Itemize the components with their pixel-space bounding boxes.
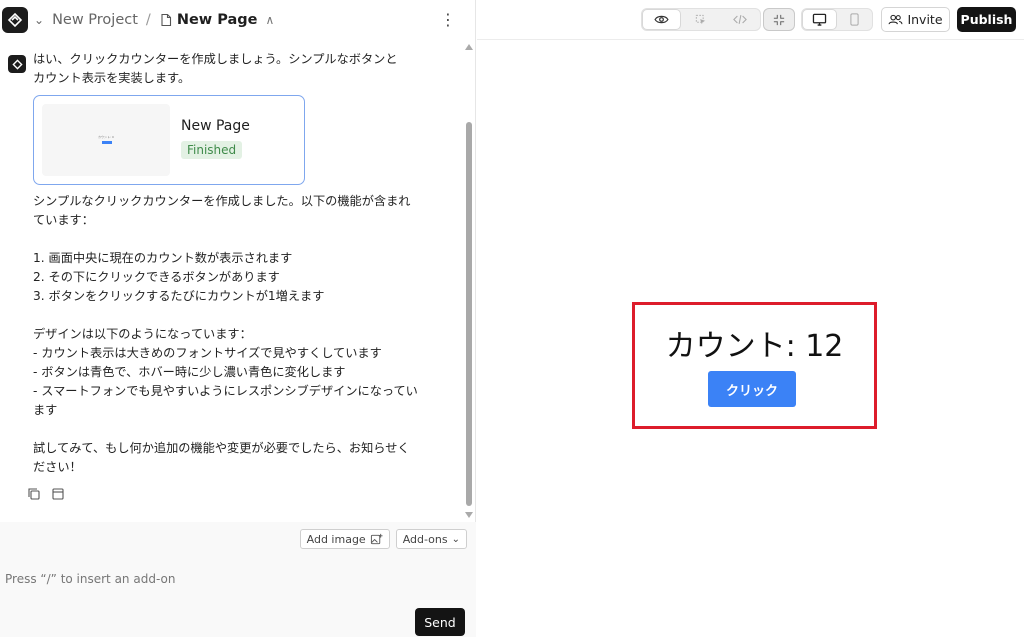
breadcrumb-page[interactable]: New Page [177,12,258,28]
preview-panel: Invite Publish カウント: 12 クリック [477,0,1024,637]
project-header: ⌄ New Project / New Page ∧ ⋮ [0,0,476,40]
invite-button[interactable]: Invite [881,7,950,32]
device-toggle [801,8,873,31]
code-mode-button[interactable] [721,9,760,30]
desktop-view-button[interactable] [802,9,838,30]
eye-icon [654,15,669,24]
users-icon [888,14,903,25]
select-mode-button[interactable] [681,9,720,30]
card-title: New Page [181,118,250,134]
publish-button[interactable]: Publish [957,7,1016,32]
composer-tools: Add image Add-ons ⌄ [299,529,467,549]
app-logo-icon[interactable] [2,7,28,33]
status-badge: Finished [181,141,243,159]
thumbnail-button [102,141,112,144]
thumbnail-text: カウント: 0 [98,135,114,139]
more-options-icon[interactable]: ⋮ [440,12,456,28]
cursor-select-icon [695,14,706,24]
chat-input[interactable]: Press “/” to insert an add-on [5,572,175,586]
add-ons-dropdown[interactable]: Add-ons ⌄ [395,529,467,549]
message-actions [27,486,65,500]
view-mode-toggle [641,8,761,31]
scroll-up-arrow-icon[interactable] [465,44,473,50]
fit-screen-button[interactable] [763,8,795,31]
add-image-button[interactable]: Add image [299,529,390,549]
scroll-down-arrow-icon[interactable] [465,512,473,518]
chat-scrollbar[interactable] [464,40,476,522]
monitor-icon [812,13,827,26]
page-icon [161,13,171,27]
scroll-thumb[interactable] [466,122,472,506]
code-icon [733,15,748,24]
click-button[interactable]: クリック [708,371,796,407]
breadcrumb-project[interactable]: New Project [52,12,138,28]
highlighted-counter-region: カウント: 12 クリック [632,302,877,429]
page-preview-card[interactable]: カウント: 0 New Page Finished [33,95,305,185]
assistant-message: シンプルなクリックカウンターを作成しました。以下の機能が含まれ ています： 1.… [33,194,418,474]
page-thumbnail: カウント: 0 [42,104,170,176]
smartphone-icon [850,13,859,26]
chat-composer: Add image Add-ons ⌄ Press “/” to insert … [0,522,476,637]
chevron-down-icon[interactable]: ⌄ [34,13,44,27]
chat-messages: はい、クリックカウンターを作成しましょう。シンプルなボタンと カウント表示を実装… [0,40,464,522]
add-ons-label: Add-ons [402,532,448,546]
minimize-icon [773,14,785,25]
preview-toolbar: Invite Publish [477,0,1024,40]
chevron-down-icon: ⌄ [451,533,460,545]
send-button[interactable]: Send [415,608,465,636]
breadcrumb-separator: / [145,12,151,28]
image-plus-icon [370,533,383,544]
layout-icon[interactable] [51,486,65,500]
counter-display: カウント: 12 [665,329,844,364]
assistant-message: はい、クリックカウンターを作成しましょう。シンプルなボタンと カウント表示を実装… [33,52,398,85]
add-image-label: Add image [306,532,366,546]
page-preview: カウント: 12 クリック [477,40,1024,637]
chat-panel: ⌄ New Project / New Page ∧ ⋮ はい、クリックカウンタ… [0,0,476,637]
chevrons-up-down-icon[interactable]: ∧ [265,13,274,27]
preview-mode-button[interactable] [642,9,682,30]
assistant-avatar-icon [8,55,26,73]
mobile-view-button[interactable] [837,9,872,30]
invite-label: Invite [907,12,943,27]
copy-icon[interactable] [27,486,41,500]
